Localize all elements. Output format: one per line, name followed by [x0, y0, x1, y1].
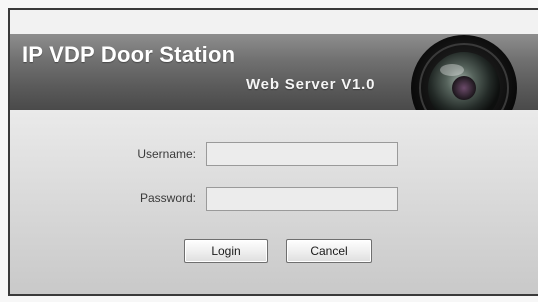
- header-banner: IP VDP Door Station Web Server V1.0: [10, 34, 538, 141]
- username-label: Username:: [137, 147, 196, 161]
- login-button[interactable]: Login: [184, 239, 268, 263]
- cancel-button[interactable]: Cancel: [286, 239, 372, 263]
- app-title: IP VDP Door Station: [22, 42, 236, 67]
- login-panel: Username: Password: Login Cancel: [10, 110, 538, 294]
- password-field[interactable]: [206, 187, 398, 211]
- login-window: IP VDP Door Station Web Server V1.0 User…: [8, 8, 538, 296]
- password-label: Password:: [139, 191, 196, 205]
- app-version: Web Server V1.0: [246, 76, 376, 93]
- username-field[interactable]: [206, 142, 398, 166]
